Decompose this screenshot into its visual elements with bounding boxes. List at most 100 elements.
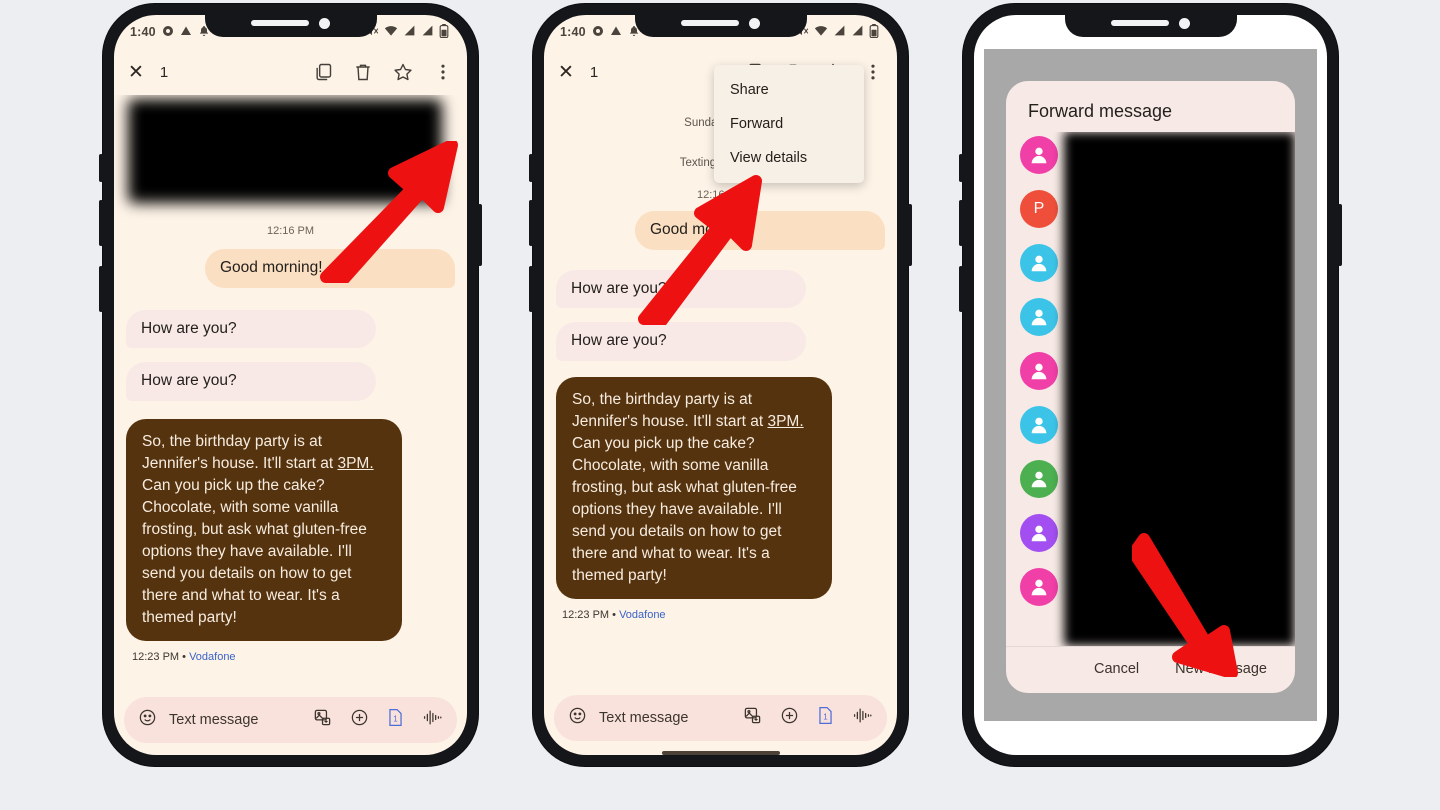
- selected-message-bubble[interactable]: So, the birthday party is at Jennifer's …: [126, 418, 403, 641]
- delete-icon[interactable]: [353, 62, 373, 82]
- composer-placeholder[interactable]: Text message: [599, 710, 688, 726]
- wifi-icon: [814, 24, 828, 41]
- phone3-mute-switch[interactable]: [959, 266, 963, 312]
- selected-text-part1: So, the birthday party is at Jennifer's …: [572, 390, 768, 430]
- phone1-power-button[interactable]: [478, 204, 482, 266]
- new-message-button[interactable]: New message: [1175, 661, 1267, 677]
- sim-one-icon[interactable]: 1: [387, 708, 404, 732]
- meta-time: 12:23 PM: [562, 608, 610, 621]
- dialog-action-row: Cancel New message: [1006, 646, 1295, 693]
- voice-icon[interactable]: [422, 708, 443, 732]
- contact-list[interactable]: P: [1006, 132, 1295, 646]
- phone-2: 1:40 ✕ 1 Sunday, Texting 12:16 PM Good m…: [529, 4, 912, 766]
- plus-icon[interactable]: [780, 706, 799, 730]
- avatar[interactable]: [1020, 514, 1058, 552]
- phone1-volume-down-button[interactable]: [99, 200, 103, 246]
- message-bubble-outgoing[interactable]: Good morning!: [204, 249, 455, 288]
- star-icon[interactable]: [393, 62, 413, 82]
- meta-separator: •: [609, 608, 620, 621]
- message-timestamp: 12:16 PM: [266, 225, 315, 237]
- record-circle-icon: [592, 25, 604, 40]
- voice-icon[interactable]: [852, 706, 873, 730]
- dialog-title: Forward message: [1028, 101, 1173, 121]
- phone1-selection-toolbar: ✕ 1: [114, 49, 467, 95]
- emoji-icon[interactable]: [138, 708, 157, 732]
- cancel-button[interactable]: Cancel: [1094, 661, 1139, 677]
- overflow-popup-menu: Share Forward View details: [714, 65, 864, 183]
- phone3-volume-up-button[interactable]: [959, 154, 963, 182]
- avatar[interactable]: P: [1020, 190, 1058, 228]
- phone2-mute-switch[interactable]: [529, 266, 533, 312]
- overflow-menu-icon[interactable]: [863, 62, 883, 82]
- copy-icon[interactable]: [313, 62, 333, 82]
- signal-icon: [851, 24, 864, 40]
- menu-item-share[interactable]: Share: [714, 73, 864, 107]
- phone-1: 1:40 ✕ 1 12:16 PM Good morning! How are …: [99, 4, 482, 766]
- selected-message-bubble[interactable]: So, the birthday party is at Jennifer's …: [556, 376, 833, 599]
- battery-icon: [439, 23, 449, 41]
- warning-triangle-icon: [610, 25, 622, 40]
- selected-text-part2: Can you pick up the cake? Chocolate, wit…: [142, 476, 367, 626]
- meta-time: 12:23 PM: [132, 650, 180, 663]
- phone1-volume-up-button[interactable]: [99, 154, 103, 182]
- time-link[interactable]: 3PM.: [337, 455, 373, 472]
- avatar[interactable]: [1020, 352, 1058, 390]
- avatar[interactable]: [1020, 406, 1058, 444]
- phone-3: Forward message P Cancel New message: [959, 4, 1342, 766]
- meta-carrier: Vodafone: [619, 608, 666, 621]
- earpiece-speaker: [251, 20, 309, 26]
- phone1-notch: [204, 15, 377, 37]
- message-timestamp: 12:16 PM: [696, 189, 745, 201]
- menu-item-view-details[interactable]: View details: [714, 141, 864, 175]
- phone3-volume-down-button[interactable]: [959, 200, 963, 246]
- screenshot-stage: 1:40 ✕ 1 12:16 PM Good morning! How are …: [0, 0, 1440, 810]
- phone1-composer[interactable]: Text message 1: [124, 697, 457, 743]
- phone2-power-button[interactable]: [908, 204, 912, 266]
- avatar[interactable]: [1020, 136, 1058, 174]
- phone2-conversation: Sunday, Jan 2 Texting with 911 12:16 PM …: [544, 95, 897, 691]
- emoji-icon[interactable]: [568, 706, 587, 730]
- time-link[interactable]: 3PM.: [767, 413, 803, 430]
- message-bubble-incoming[interactable]: How are you?: [126, 362, 377, 401]
- menu-item-forward[interactable]: Forward: [714, 107, 864, 141]
- message-bubble-incoming[interactable]: How are you?: [556, 269, 807, 309]
- home-indicator[interactable]: [661, 751, 780, 755]
- phone2-composer[interactable]: Text message 1: [554, 695, 887, 741]
- close-selection-button[interactable]: ✕: [128, 61, 144, 84]
- avatar[interactable]: [1020, 244, 1058, 282]
- gallery-icon[interactable]: [313, 708, 332, 732]
- sim-one-icon[interactable]: 1: [817, 706, 834, 730]
- svg-text:1: 1: [823, 712, 828, 721]
- composer-placeholder[interactable]: Text message: [169, 712, 258, 728]
- phone2-volume-down-button[interactable]: [529, 200, 533, 246]
- avatar[interactable]: [1020, 460, 1058, 498]
- message-bubble-incoming[interactable]: How are you?: [556, 322, 807, 361]
- message-meta: 12:23 PM • Vodafone: [132, 651, 455, 663]
- signal-icon: [421, 24, 434, 40]
- phone3-power-button[interactable]: [1338, 204, 1342, 266]
- phone2-screen: 1:40 ✕ 1 Sunday, Texting 12:16 PM Good m…: [544, 15, 897, 755]
- phone2-notch: [634, 15, 807, 37]
- selected-count: 1: [589, 63, 599, 81]
- front-camera-icon: [319, 17, 330, 29]
- svg-text:1: 1: [393, 714, 398, 723]
- plus-icon[interactable]: [350, 708, 369, 732]
- message-bubble-incoming[interactable]: How are you?: [126, 309, 377, 349]
- avatar[interactable]: [1020, 298, 1058, 336]
- warning-triangle-icon: [180, 25, 192, 40]
- forward-message-dialog: Forward message P Cancel New message: [1006, 81, 1295, 693]
- overflow-menu-icon[interactable]: [433, 62, 453, 82]
- phone3-screen: Forward message P Cancel New message: [974, 15, 1327, 755]
- avatar-initial: P: [1033, 200, 1045, 217]
- phone3-notch: [1064, 15, 1237, 37]
- redacted-contact-names: [1064, 132, 1295, 646]
- close-selection-button[interactable]: ✕: [558, 61, 574, 84]
- meta-carrier: Vodafone: [189, 650, 236, 663]
- message-bubble-outgoing[interactable]: Good morning!: [634, 211, 885, 250]
- record-circle-icon: [162, 25, 174, 40]
- avatar[interactable]: [1020, 568, 1058, 606]
- phone2-volume-up-button[interactable]: [529, 154, 533, 182]
- gallery-icon[interactable]: [743, 706, 762, 730]
- phone1-mute-switch[interactable]: [99, 266, 103, 312]
- selected-count: 1: [159, 63, 169, 81]
